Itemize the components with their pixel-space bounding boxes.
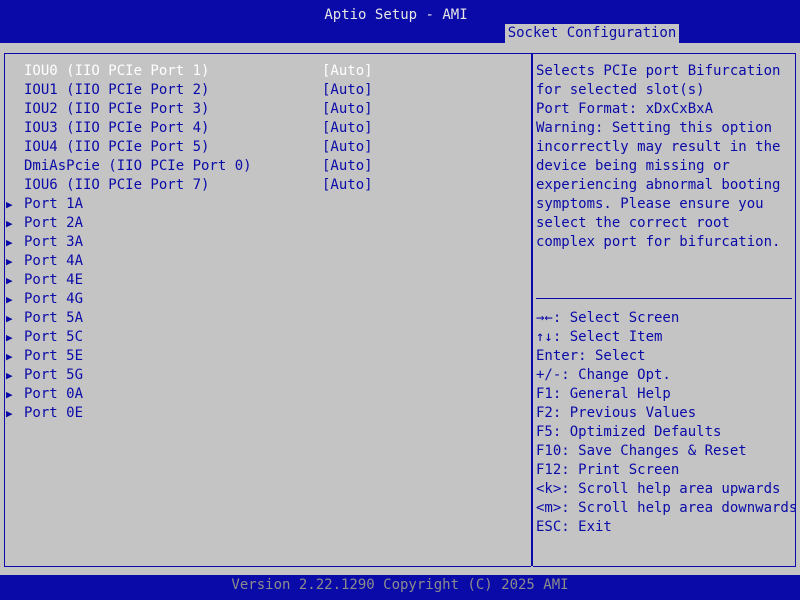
submenu-label: Port 0A <box>24 386 84 402</box>
bios-screen: Aptio Setup - AMI Socket Configuration I… <box>0 0 800 600</box>
key-help-line: F1: General Help <box>536 386 671 402</box>
option-value[interactable]: [Auto] <box>322 62 373 81</box>
key-help-line: F2: Previous Values <box>536 405 697 421</box>
right-triangle-icon: ▶ <box>6 350 13 363</box>
help-text-line: device being missing or <box>536 158 730 174</box>
right-triangle-icon: ▶ <box>6 274 13 287</box>
submenu-item[interactable]: ▶ Port 4G <box>0 290 530 309</box>
submenu-item[interactable]: ▶ Port 0E <box>0 404 530 423</box>
help-text-line: symptoms. Please ensure you <box>536 196 764 212</box>
submenu-item[interactable]: ▶ Port 4E <box>0 271 530 290</box>
right-triangle-icon: ▶ <box>6 369 13 382</box>
header-bar: Aptio Setup - AMI Socket Configuration <box>0 0 800 43</box>
option-row[interactable]: IOU2 (IIO PCIe Port 3) [Auto] <box>0 100 530 119</box>
right-triangle-icon: ▶ <box>6 255 13 268</box>
option-value[interactable]: [Auto] <box>322 119 373 138</box>
submenu-item[interactable]: ▶ Port 4A <box>0 252 530 271</box>
tab-socket-configuration[interactable]: Socket Configuration <box>505 24 679 43</box>
key-help-line: <m>: Scroll help area downwards <box>536 500 798 516</box>
submenu-label: Port 5A <box>24 310 84 326</box>
footer-bar: Version 2.22.1290 Copyright (C) 2025 AMI <box>0 575 800 600</box>
option-row[interactable]: DmiAsPcie (IIO PCIe Port 0) [Auto] <box>0 157 530 176</box>
submenu-label: Port 5E <box>24 348 84 364</box>
option-label: IOU4 (IIO PCIe Port 5) <box>24 139 210 155</box>
key-help-line: Enter: Select <box>536 348 646 364</box>
submenu-item[interactable]: ▶ Port 0A <box>0 385 530 404</box>
help-separator <box>536 298 792 299</box>
help-text-line: select the correct root <box>536 215 730 231</box>
option-label: IOU6 (IIO PCIe Port 7) <box>24 177 210 193</box>
option-row[interactable]: IOU0 (IIO PCIe Port 1) [Auto] <box>0 62 530 81</box>
submenu-label: Port 1A <box>24 196 84 212</box>
option-value[interactable]: [Auto] <box>322 157 373 176</box>
right-triangle-icon: ▶ <box>6 236 13 249</box>
submenu-label: Port 5G <box>24 367 84 383</box>
submenu-label: Port 2A <box>24 215 84 231</box>
submenu-item[interactable]: ▶ Port 3A <box>0 233 530 252</box>
submenu-item[interactable]: ▶ Port 1A <box>0 195 530 214</box>
right-triangle-icon: ▶ <box>6 198 13 211</box>
app-title: Aptio Setup - AMI <box>324 7 468 23</box>
submenu-label: Port 0E <box>24 405 84 421</box>
key-help-line: <k>: Scroll help area upwards <box>536 481 781 497</box>
option-row[interactable]: IOU4 (IIO PCIe Port 5) [Auto] <box>0 138 530 157</box>
option-label: IOU1 (IIO PCIe Port 2) <box>24 82 210 98</box>
help-text-line: complex port for bifurcation. <box>536 234 781 250</box>
option-value[interactable]: [Auto] <box>322 176 373 195</box>
submenu-label: Port 4A <box>24 253 84 269</box>
submenu-item[interactable]: ▶ Port 5E <box>0 347 530 366</box>
option-row[interactable]: IOU1 (IIO PCIe Port 2) [Auto] <box>0 81 530 100</box>
help-text-line: incorrectly may result in the <box>536 139 781 155</box>
option-label: IOU3 (IIO PCIe Port 4) <box>24 120 210 136</box>
right-triangle-icon: ▶ <box>6 331 13 344</box>
option-label: IOU2 (IIO PCIe Port 3) <box>24 101 210 117</box>
submenu-item[interactable]: ▶ Port 5C <box>0 328 530 347</box>
help-text-line: Port Format: xDxCxBxA <box>536 101 714 117</box>
key-help-line: →←: Select Screen <box>536 310 680 326</box>
option-value[interactable]: [Auto] <box>322 138 373 157</box>
help-text-line: Selects PCIe port Bifurcation <box>536 63 781 79</box>
right-triangle-icon: ▶ <box>6 293 13 306</box>
right-triangle-icon: ▶ <box>6 407 13 420</box>
key-help-line: F5: Optimized Defaults <box>536 424 722 440</box>
option-row[interactable]: IOU3 (IIO PCIe Port 4) [Auto] <box>0 119 530 138</box>
key-help-line: ESC: Exit <box>536 519 612 535</box>
key-help-line: F10: Save Changes & Reset <box>536 443 747 459</box>
version-text: Version 2.22.1290 Copyright (C) 2025 AMI <box>231 577 569 593</box>
right-triangle-icon: ▶ <box>6 388 13 401</box>
right-triangle-icon: ▶ <box>6 312 13 325</box>
submenu-item[interactable]: ▶ Port 5G <box>0 366 530 385</box>
key-help-line: ↑↓: Select Item <box>536 329 663 345</box>
right-triangle-icon: ▶ <box>6 217 13 230</box>
option-value[interactable]: [Auto] <box>322 81 373 100</box>
help-text-line: Warning: Setting this option <box>536 120 773 136</box>
option-label: IOU0 (IIO PCIe Port 1) <box>24 63 210 79</box>
submenu-label: Port 5C <box>24 329 84 345</box>
option-label: DmiAsPcie (IIO PCIe Port 0) <box>24 158 252 174</box>
submenu-item[interactable]: ▶ Port 2A <box>0 214 530 233</box>
submenu-label: Port 3A <box>24 234 84 250</box>
submenu-item[interactable]: ▶ Port 5A <box>0 309 530 328</box>
submenu-label: Port 4G <box>24 291 84 307</box>
key-help-line: +/-: Change Opt. <box>536 367 671 383</box>
help-text-line: experiencing abnormal booting <box>536 177 781 193</box>
option-row[interactable]: IOU6 (IIO PCIe Port 7) [Auto] <box>0 176 530 195</box>
key-help-line: F12: Print Screen <box>536 462 680 478</box>
submenu-label: Port 4E <box>24 272 84 288</box>
option-value[interactable]: [Auto] <box>322 100 373 119</box>
help-text-line: for selected slot(s) <box>536 82 705 98</box>
